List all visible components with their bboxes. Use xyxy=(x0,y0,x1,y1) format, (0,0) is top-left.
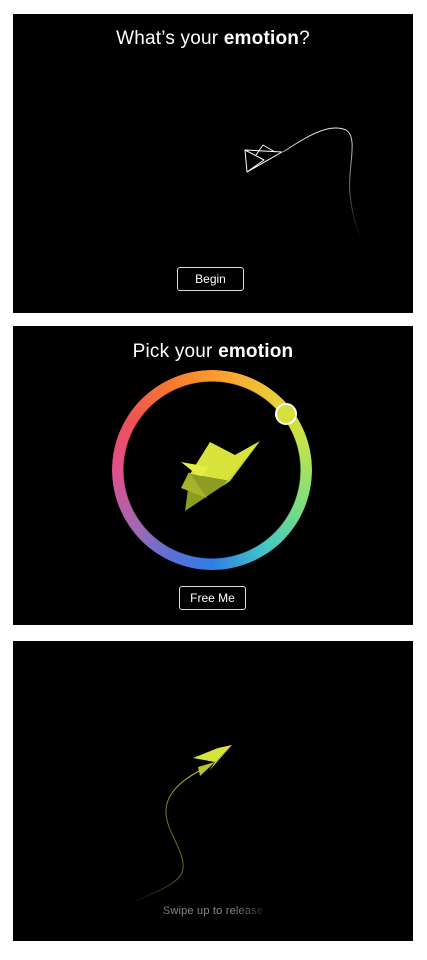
paper-plane-outline-icon xyxy=(244,144,283,173)
begin-button[interactable]: Begin xyxy=(177,267,244,291)
free-me-button[interactable]: Free Me xyxy=(179,586,246,610)
screen-release: Swipe up to release xyxy=(13,641,413,941)
flight-trail xyxy=(130,768,204,904)
screen-pick-your-emotion: Pick your emotion Free Me xyxy=(13,326,413,625)
screen-whats-your-emotion: What’s your emotion? Begin xyxy=(13,14,413,313)
paper-plane-icon xyxy=(181,441,260,511)
flight-trail xyxy=(282,127,362,239)
plane-release-illustration xyxy=(130,745,232,904)
swipe-up-hint: Swipe up to release xyxy=(13,905,413,917)
